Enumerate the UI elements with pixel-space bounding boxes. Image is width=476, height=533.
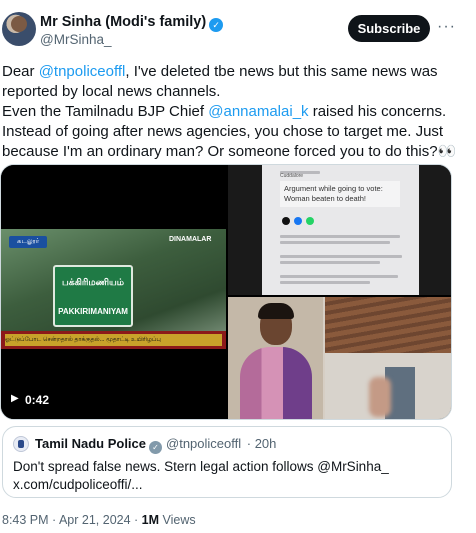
article-line xyxy=(280,281,370,284)
quoted-author-handle[interactable]: @tnpoliceoffl xyxy=(166,436,241,451)
sign-tamil-text: பக்கிரிமணியம் xyxy=(62,277,124,287)
video-player[interactable]: கடலூர் DINAMALAR பக்கிரிமணியம் PAKKIRIMA… xyxy=(1,165,226,419)
article-label: Cuddalore xyxy=(280,173,304,179)
news-ticker: ஓட்டுப்போட சென்றதால் தாக்குதல்... மூதாட்… xyxy=(1,331,226,349)
facebook-share-icon xyxy=(294,217,302,225)
views-label: Views xyxy=(159,513,196,527)
article-line xyxy=(280,241,390,244)
tweet-text-segment: Dear xyxy=(2,63,39,80)
tweet-text-segment: raised his concerns. xyxy=(308,103,447,120)
quoted-tweet-time[interactable]: · 20h xyxy=(247,436,277,451)
tweet-header: Mr Sinha (Modi's family) ✓ @MrSinha_ Subs… xyxy=(0,0,476,52)
play-icon[interactable]: ▶ xyxy=(11,393,19,404)
village-signboard: பக்கிரிமணியம் PAKKIRIMANIYAM xyxy=(53,265,133,327)
more-options-icon[interactable]: ··· xyxy=(437,18,456,36)
tweet-paragraph-3: Instead of going after news agencies, yo… xyxy=(2,123,457,160)
blurred-figure xyxy=(369,377,391,417)
video-duration: 0:42 xyxy=(25,393,50,407)
woman-portrait xyxy=(228,297,323,419)
author-name-row[interactable]: Mr Sinha (Modi's family) ✓ xyxy=(40,14,224,32)
subscribe-button[interactable]: Subscribe xyxy=(348,15,430,42)
quoted-text-line: Don't spread false news. Stern legal act… xyxy=(13,459,389,474)
tweet-paragraph-2: Even the Tamilnadu BJP Chief @annamalai_… xyxy=(2,102,470,122)
mention-link-annamalai[interactable]: @annamalai_k xyxy=(208,103,308,120)
sign-english-text: PAKKIRIMANIYAM xyxy=(58,307,128,316)
mention-link-tnpolice[interactable]: @tnpoliceoffl xyxy=(39,63,126,80)
article-line xyxy=(280,255,402,258)
author-name[interactable]: Mr Sinha (Modi's family) xyxy=(40,14,206,30)
article-line xyxy=(280,261,380,264)
author-handle[interactable]: @MrSinha_ xyxy=(40,32,111,47)
article-page: Cuddalore Argument while going to vote: … xyxy=(262,165,419,295)
article-headline: Argument while going to vote: Woman beat… xyxy=(280,181,400,207)
author-avatar[interactable] xyxy=(2,12,36,46)
article-screenshot-image[interactable]: Cuddalore Argument while going to vote: … xyxy=(228,165,451,295)
sari xyxy=(240,347,312,419)
house-photo xyxy=(325,297,451,419)
x-share-icon xyxy=(282,217,290,225)
whatsapp-share-icon xyxy=(306,217,314,225)
hair xyxy=(258,303,294,319)
views-count: 1M xyxy=(141,513,160,527)
quoted-author-avatar[interactable] xyxy=(13,436,29,452)
verified-badge-icon: ✓ xyxy=(209,18,224,32)
tweet-footer: 8:43 PM · Apr 21, 2024 · 1M Views xyxy=(2,513,196,527)
quoted-author-row: Tamil Nadu Police ✓ @tnpoliceoffl · 20h xyxy=(35,436,276,454)
tiled-roof xyxy=(325,297,451,353)
article-line xyxy=(280,275,398,278)
gov-verified-badge-icon: ✓ xyxy=(149,441,163,454)
tweet-body: Dear @tnpoliceoffl, I've deleted tbe new… xyxy=(2,62,470,162)
victim-photo-collage[interactable] xyxy=(228,297,451,419)
quoted-tweet-card[interactable]: Tamil Nadu Police ✓ @tnpoliceoffl · 20h Do… xyxy=(2,426,452,498)
tweet-paragraph-1: Dear @tnpoliceoffl, I've deleted tbe new… xyxy=(2,62,470,102)
quoted-text-link: x.com/cudpoliceoffi/... xyxy=(13,477,143,492)
channel-watermark: DINAMALAR xyxy=(169,236,212,243)
channel-logo: கடலூர் xyxy=(9,236,47,248)
tweet-text-segment: Even the Tamilnadu BJP Chief xyxy=(2,103,209,120)
tweet-timestamp[interactable]: 8:43 PM · Apr 21, 2024 · xyxy=(2,513,142,527)
media-grid: கடலூர் DINAMALAR பக்கிரிமணியம் PAKKIRIMA… xyxy=(0,164,452,420)
quoted-author-name[interactable]: Tamil Nadu Police xyxy=(35,436,146,451)
ticker-text: ஓட்டுப்போட சென்றதால் தாக்குதல்... மூதாட்… xyxy=(5,334,222,346)
quoted-tweet-text: Don't spread false news. Stern legal act… xyxy=(13,458,443,494)
article-line xyxy=(280,235,400,238)
